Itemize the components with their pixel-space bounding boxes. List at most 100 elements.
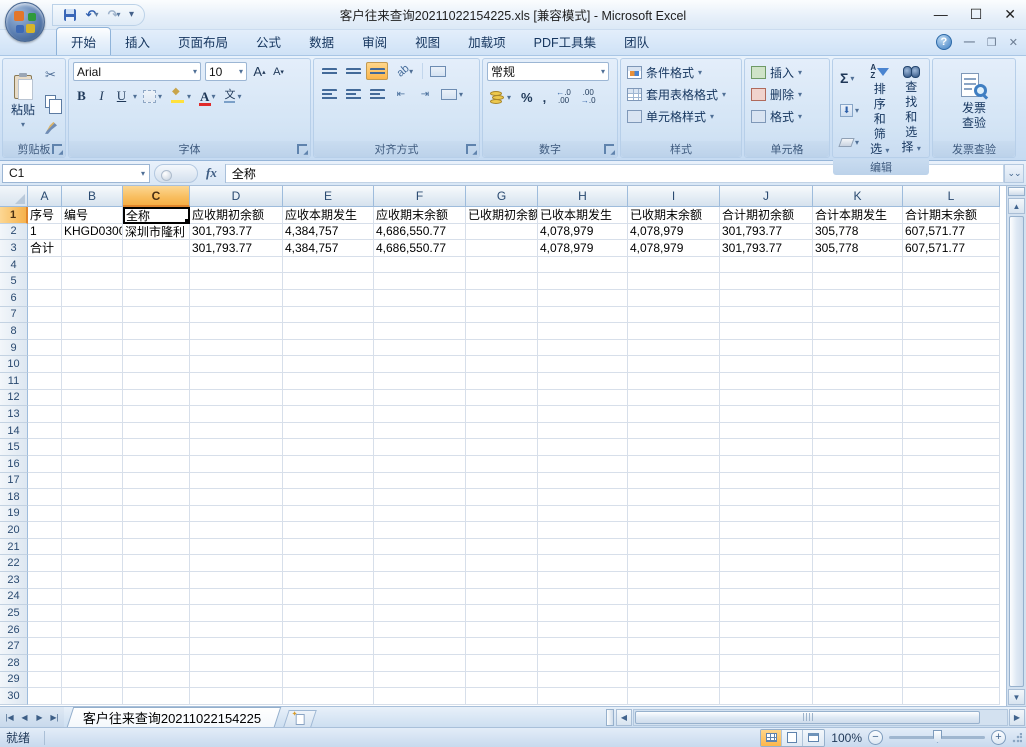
cell-J23[interactable] xyxy=(720,572,813,589)
cell-D7[interactable] xyxy=(190,307,283,324)
paste-button[interactable]: 粘贴 ▾ xyxy=(7,62,39,141)
cell-F28[interactable] xyxy=(374,655,466,672)
cell-G20[interactable] xyxy=(466,522,538,539)
cell-L25[interactable] xyxy=(903,605,1000,622)
cell-B14[interactable] xyxy=(62,423,123,440)
cell-G2[interactable] xyxy=(466,224,538,241)
cell-I5[interactable] xyxy=(628,273,720,290)
cell-C26[interactable] xyxy=(123,622,190,639)
cell-E21[interactable] xyxy=(283,539,374,556)
cell-B21[interactable] xyxy=(62,539,123,556)
cell-B12[interactable] xyxy=(62,390,123,407)
cell-H21[interactable] xyxy=(538,539,628,556)
cell-L15[interactable] xyxy=(903,439,1000,456)
cell-K7[interactable] xyxy=(813,307,903,324)
row-header-1[interactable]: 1 xyxy=(0,207,28,224)
cell-E29[interactable] xyxy=(283,672,374,689)
cell-A3[interactable]: 合计 xyxy=(28,240,62,257)
cell-C8[interactable] xyxy=(123,323,190,340)
cell-A9[interactable] xyxy=(28,340,62,357)
cell-A15[interactable] xyxy=(28,439,62,456)
row-header-2[interactable]: 2 xyxy=(0,224,28,241)
cell-C1[interactable]: 全称 xyxy=(123,207,190,224)
invoice-check-button[interactable]: 发票查验 xyxy=(957,62,991,141)
column-header-G[interactable]: G xyxy=(466,186,538,207)
cell-C27[interactable] xyxy=(123,638,190,655)
cell-B7[interactable] xyxy=(62,307,123,324)
zoom-slider[interactable] xyxy=(889,736,985,739)
cell-I16[interactable] xyxy=(628,456,720,473)
cell-I29[interactable] xyxy=(628,672,720,689)
column-header-H[interactable]: H xyxy=(538,186,628,207)
row-header-17[interactable]: 17 xyxy=(0,473,28,490)
cell-K19[interactable] xyxy=(813,506,903,523)
cell-H15[interactable] xyxy=(538,439,628,456)
cell-D20[interactable] xyxy=(190,522,283,539)
font-color-button[interactable]: A▾ xyxy=(197,86,218,106)
increase-decimal-button[interactable]: ←.0.00 xyxy=(553,87,574,107)
alignment-dialog-launcher[interactable] xyxy=(466,144,476,154)
cell-L6[interactable] xyxy=(903,290,1000,307)
cell-A6[interactable] xyxy=(28,290,62,307)
cell-B28[interactable] xyxy=(62,655,123,672)
cell-E20[interactable] xyxy=(283,522,374,539)
cell-K2[interactable]: 305,778 xyxy=(813,224,903,241)
ribbon-tab-1[interactable]: 开始 xyxy=(56,27,111,55)
cell-J28[interactable] xyxy=(720,655,813,672)
number-dialog-launcher[interactable] xyxy=(604,144,614,154)
row-header-4[interactable]: 4 xyxy=(0,257,28,274)
percent-style-button[interactable]: % xyxy=(518,87,536,107)
cell-I3[interactable]: 4,078,979 xyxy=(628,240,720,257)
cell-J22[interactable] xyxy=(720,555,813,572)
cell-C13[interactable] xyxy=(123,406,190,423)
cell-L1[interactable]: 合计期末余额 xyxy=(903,207,1000,224)
cell-E2[interactable]: 4,384,757 xyxy=(283,224,374,241)
delete-cells-button[interactable]: 删除▾ xyxy=(749,84,825,105)
cell-I15[interactable] xyxy=(628,439,720,456)
row-header-10[interactable]: 10 xyxy=(0,356,28,373)
cell-C9[interactable] xyxy=(123,340,190,357)
window-resize-grip[interactable] xyxy=(1012,733,1022,743)
cell-I9[interactable] xyxy=(628,340,720,357)
cell-E13[interactable] xyxy=(283,406,374,423)
cell-K5[interactable] xyxy=(813,273,903,290)
cell-J21[interactable] xyxy=(720,539,813,556)
cell-B29[interactable] xyxy=(62,672,123,689)
cell-J8[interactable] xyxy=(720,323,813,340)
cell-L24[interactable] xyxy=(903,589,1000,606)
cell-A16[interactable] xyxy=(28,456,62,473)
cell-D13[interactable] xyxy=(190,406,283,423)
ribbon-tab-2[interactable]: 插入 xyxy=(111,28,164,55)
undo-button[interactable]: ↶▾ xyxy=(83,6,101,24)
cell-K13[interactable] xyxy=(813,406,903,423)
cell-F13[interactable] xyxy=(374,406,466,423)
cell-F21[interactable] xyxy=(374,539,466,556)
align-left-button[interactable] xyxy=(318,85,340,103)
cell-C10[interactable] xyxy=(123,356,190,373)
cell-B8[interactable] xyxy=(62,323,123,340)
cell-E6[interactable] xyxy=(283,290,374,307)
cell-H10[interactable] xyxy=(538,356,628,373)
ribbon-tab-5[interactable]: 数据 xyxy=(295,28,348,55)
decrease-decimal-button[interactable]: .00→.0 xyxy=(578,87,599,107)
cell-L8[interactable] xyxy=(903,323,1000,340)
align-bottom-button[interactable] xyxy=(366,62,388,80)
cell-I13[interactable] xyxy=(628,406,720,423)
cell-L9[interactable] xyxy=(903,340,1000,357)
cell-I1[interactable]: 已收期末余额 xyxy=(628,207,720,224)
cell-H8[interactable] xyxy=(538,323,628,340)
cell-B4[interactable] xyxy=(62,257,123,274)
cell-G5[interactable] xyxy=(466,273,538,290)
cell-A5[interactable] xyxy=(28,273,62,290)
cell-E11[interactable] xyxy=(283,373,374,390)
cell-L7[interactable] xyxy=(903,307,1000,324)
cell-I2[interactable]: 4,078,979 xyxy=(628,224,720,241)
cell-G3[interactable] xyxy=(466,240,538,257)
cell-B25[interactable] xyxy=(62,605,123,622)
fill-color-button[interactable]: ▾ xyxy=(168,86,194,106)
cell-I20[interactable] xyxy=(628,522,720,539)
cell-D11[interactable] xyxy=(190,373,283,390)
cell-J19[interactable] xyxy=(720,506,813,523)
scroll-left-button[interactable]: ◀ xyxy=(616,709,632,726)
cell-L12[interactable] xyxy=(903,390,1000,407)
